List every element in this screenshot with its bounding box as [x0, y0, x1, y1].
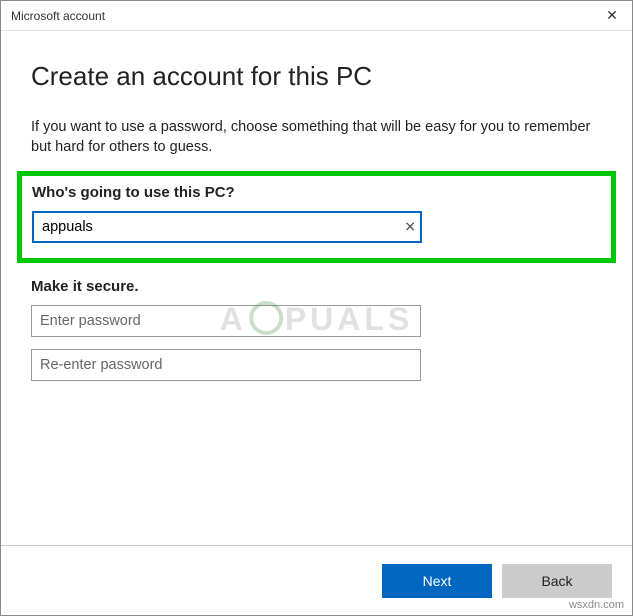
password-confirm-input[interactable] — [31, 349, 421, 381]
page-description: If you want to use a password, choose so… — [31, 117, 602, 158]
content-area: Create an account for this PC If you wan… — [1, 31, 632, 545]
clear-input-icon[interactable]: ✕ — [404, 218, 416, 235]
username-input[interactable] — [32, 211, 422, 243]
dialog-window: Microsoft account ✕ Create an account fo… — [0, 0, 633, 616]
footer: Next Back — [1, 545, 632, 615]
password-section-label: Make it secure. — [31, 278, 602, 295]
next-button[interactable]: Next — [382, 564, 492, 598]
close-icon[interactable]: ✕ — [602, 7, 622, 24]
password-input[interactable] — [31, 305, 421, 337]
back-button[interactable]: Back — [502, 564, 612, 598]
window-title: Microsoft account — [11, 9, 602, 23]
username-input-wrap: ✕ — [32, 211, 422, 243]
highlighted-section: Who's going to use this PC? ✕ — [17, 171, 616, 263]
titlebar: Microsoft account ✕ — [1, 1, 632, 31]
page-heading: Create an account for this PC — [31, 61, 602, 92]
password-group — [31, 305, 602, 381]
username-label: Who's going to use this PC? — [32, 184, 601, 201]
